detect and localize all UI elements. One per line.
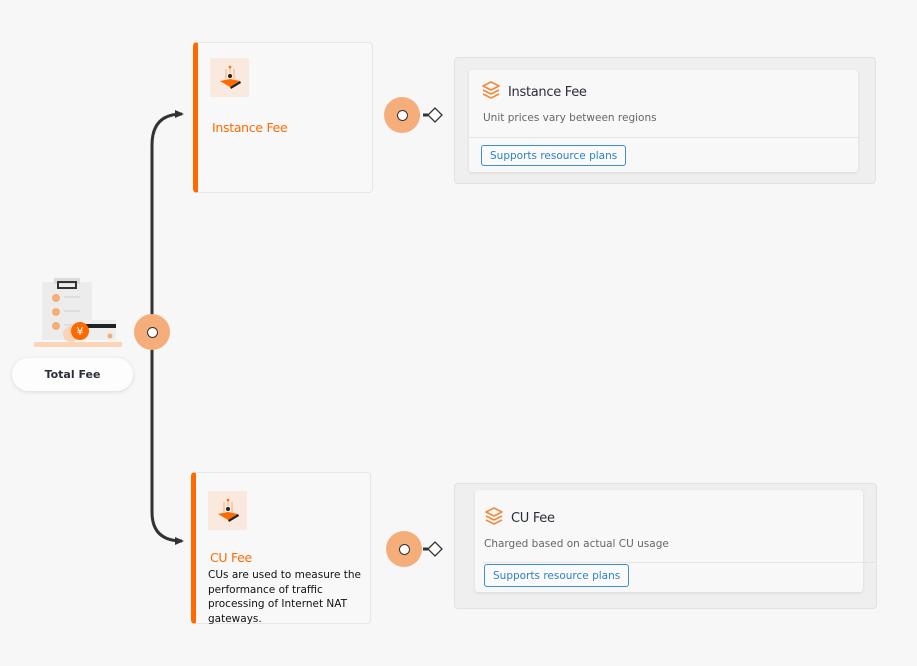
divider (469, 137, 858, 138)
instance-fee-detail-panel: Instance Fee Unit prices vary between re… (454, 57, 876, 184)
cu-fee-junction[interactable] (386, 531, 422, 567)
detail-header: CU Fee (484, 506, 555, 530)
cu-fee-detail-panel: CU Fee Charged based on actual CU usage … (454, 483, 877, 609)
root-junction[interactable] (134, 314, 170, 350)
supports-resource-plans-button[interactable]: Supports resource plans (484, 564, 630, 587)
cu-fee-card[interactable]: CU Fee CUs are used to measure the perfo… (191, 472, 371, 625)
junction-port (396, 109, 408, 121)
instance-fee-title: Instance Fee (212, 120, 288, 135)
detail-title: Instance Fee (508, 84, 587, 100)
instance-cube-icon (208, 491, 247, 530)
instance-fee-card[interactable]: Instance Fee (193, 42, 373, 193)
connector-to-cu-fee (150, 332, 184, 545)
cu-fee-detail-card: CU Fee Charged based on actual CU usage … (475, 490, 877, 592)
junction-port (146, 326, 158, 338)
detail-description: Unit prices vary between regions (483, 112, 657, 124)
junction-port (398, 543, 410, 555)
layers-icon (481, 80, 501, 104)
detail-title: CU Fee (511, 510, 555, 526)
total-fee-label: Total Fee (44, 368, 101, 381)
connector-to-instance-fee (150, 110, 184, 332)
detail-description: Charged based on actual CU usage (484, 538, 669, 550)
instance-fee-detail-card: Instance Fee Unit prices vary between re… (469, 70, 858, 172)
total-fee-node[interactable]: Total Fee (12, 358, 133, 391)
detail-header: Instance Fee (481, 80, 587, 104)
svg-text:¥: ¥ (77, 325, 84, 338)
cu-fee-description: CUs are used to measure the performance … (208, 569, 361, 625)
bill-payment-icon: ¥ (34, 276, 122, 348)
instance-cube-icon (210, 58, 249, 97)
instance-fee-junction[interactable] (384, 97, 420, 133)
supports-resource-plans-button[interactable]: Supports resource plans (481, 145, 627, 166)
cu-fee-title: CU Fee (210, 550, 252, 565)
layers-icon (484, 506, 504, 530)
divider (483, 562, 877, 563)
